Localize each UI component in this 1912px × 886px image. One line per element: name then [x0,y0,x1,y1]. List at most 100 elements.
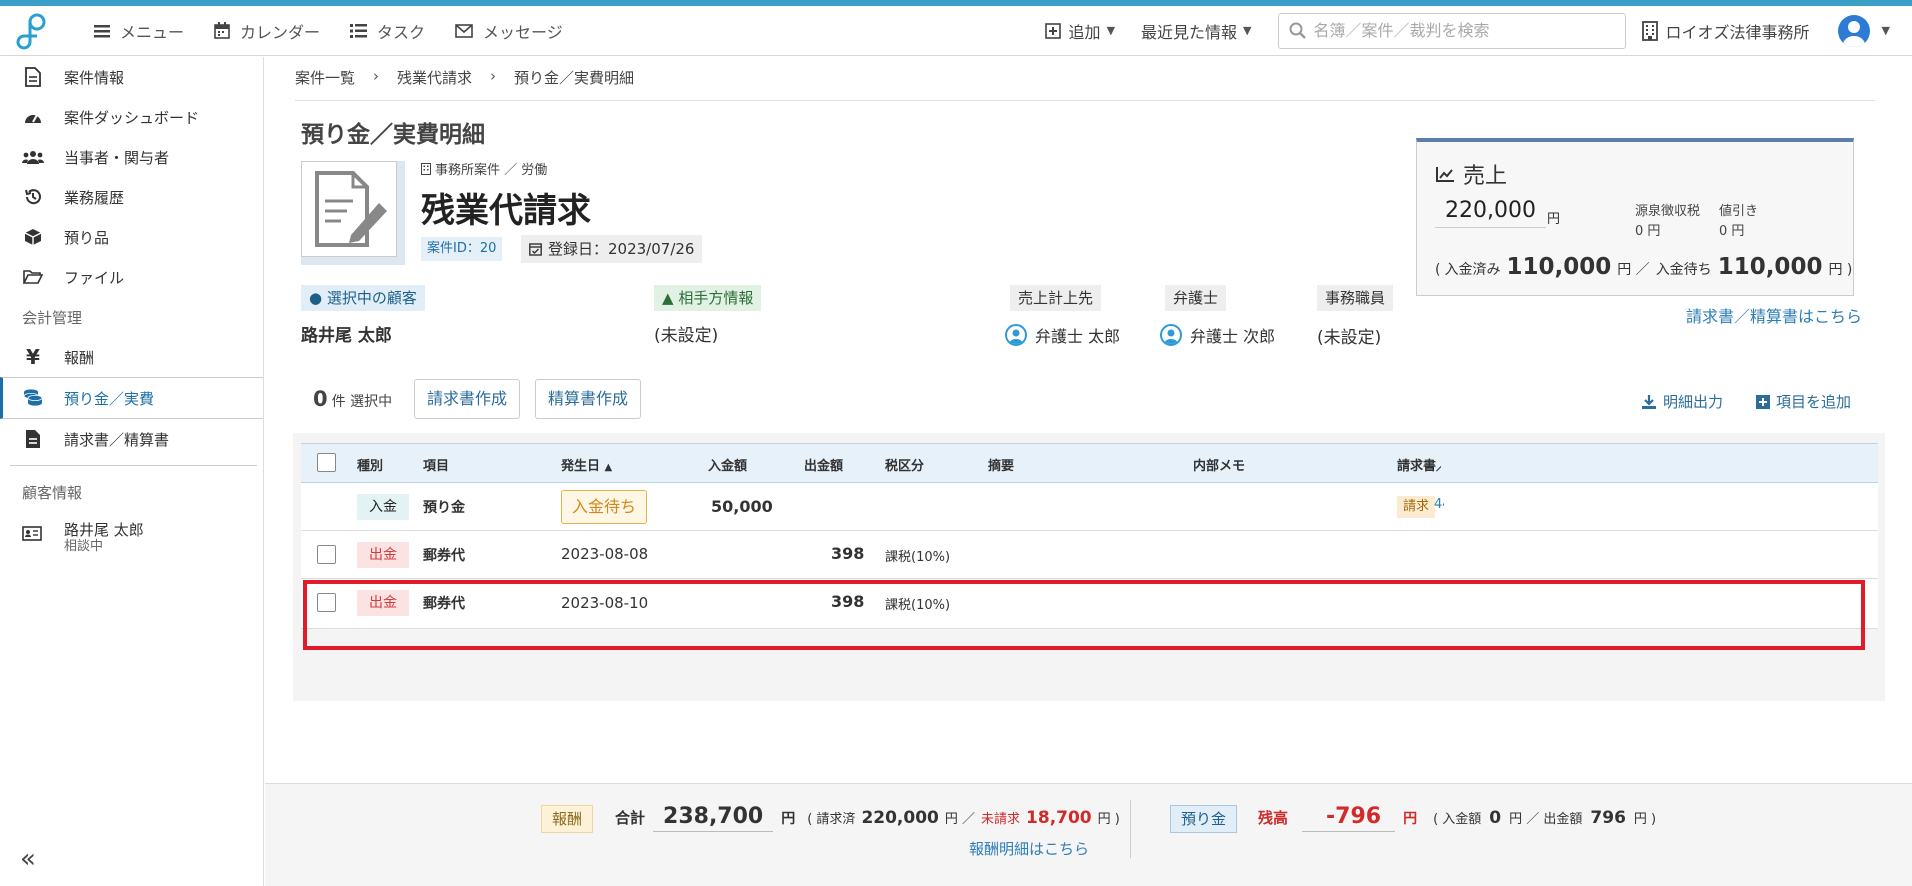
sidebar-item-fees[interactable]: ¥ 報酬 [0,337,263,377]
pending-amount: 110,000 [1717,254,1823,280]
contract-pen-icon [315,171,387,247]
sidebar-item-case-info[interactable]: 案件情報 [0,57,263,97]
invoice-icon [22,429,44,449]
breadcrumb-separator: › [373,67,380,85]
user-avatar-icon [1160,324,1182,346]
col-tax[interactable]: 税区分 [885,455,924,474]
sidebar-item-deposits[interactable]: 預り金／実費 [0,377,263,419]
person-icon: ▲ [662,289,674,307]
col-date[interactable]: 発生日 ▲ [561,455,612,474]
create-invoice-button[interactable]: 請求書作成 [414,379,521,419]
envelope-icon [455,23,473,38]
col-in[interactable]: 入金額 [708,455,747,474]
building-icon [1641,20,1658,41]
table-row[interactable]: 出金 郵券代 2023-08-10 398 課税(10%) [301,579,1878,629]
breadcrumb-current: 預り金／実費明細 [514,69,635,87]
select-all-checkbox[interactable] [317,453,336,472]
row-checkbox[interactable] [317,545,336,564]
lawyer-label: 弁護士 [1165,285,1227,311]
table-header: 種別 項目 発生日 ▲ 入金額 出金額 税区分 摘要 内部メモ 請求書／ [301,443,1878,483]
col-memo[interactable]: 内部メモ [1193,455,1245,474]
sidebar-client[interactable]: 路井尾 太郎 相談中 [0,512,263,564]
discount-value: 0 円 [1719,224,1745,239]
sidebar-item-custody[interactable]: 預り品 [0,217,263,257]
box-icon [22,228,44,246]
breadcrumb-case[interactable]: 残業代請求 [397,67,472,88]
selected-client-label: ● 選択中の顧客 [301,285,425,311]
row-date: 2023-08-08 [561,545,649,563]
document-icon [22,67,44,87]
received-amount: 110,000 [1506,254,1612,280]
sidebar-item-files[interactable]: ファイル [0,257,263,297]
sidebar: 案件情報 案件ダッシュボード 当事者・関与者 業務履歴 預り品 ファイル 会計管… [0,57,264,886]
registered-date: 登録日：2023/07/26 [521,235,703,263]
sidebar-item-history[interactable]: 業務履歴 [0,177,263,217]
breadcrumb-case-list[interactable]: 案件一覧 [295,67,355,88]
invoice-number-link[interactable]: 44 [1434,497,1444,512]
sales-to-person[interactable]: 弁護士 太郎 [1005,323,1120,347]
recent-dropdown[interactable]: 最近見た情報 ▼ [1141,19,1251,43]
create-settlement-button[interactable]: 精算書作成 [535,379,642,419]
app-logo[interactable] [0,6,62,56]
unbilled-amount: 18,700 [1026,808,1092,828]
sidebar-item-dashboard[interactable]: 案件ダッシュボード [0,97,263,137]
row-out-amount: 398 [831,592,865,611]
nav-calendar[interactable]: カレンダー [214,19,320,43]
client-name: 路井尾 太郎 [64,521,144,539]
client-status: 相談中 [64,539,104,554]
page-title: 預り金／実費明細 [301,122,485,148]
sidebar-section-accounting: 会計管理 [22,308,83,327]
add-item-button[interactable]: 項目を追加 [1756,391,1851,412]
nav-tasks[interactable]: タスク [350,19,425,43]
check-circle-icon: ● [309,289,323,307]
col-summary[interactable]: 摘要 [988,455,1014,474]
staff-value: (未設定) [1317,328,1382,348]
plus-square-icon [1044,22,1061,39]
selected-client-name[interactable]: 路井尾 太郎 [301,321,392,346]
id-card-icon [22,526,44,541]
chevron-down-icon[interactable]: ▼ [1882,24,1890,37]
invoice-settlement-link[interactable]: 請求書／精算書はこちら [1686,303,1862,327]
collapse-sidebar-icon[interactable]: « [20,844,36,874]
breadcrumb-divider [295,100,1875,101]
fee-details-link[interactable]: 報酬明細はこちら [969,838,1089,859]
breadcrumb-separator: › [490,67,497,85]
row-checkbox[interactable] [317,593,336,612]
row-in-amount: 50,000 [711,497,773,516]
calendar-check-icon [529,242,542,256]
sales-to-label: 売上計上先 [1010,285,1102,311]
export-details-button[interactable]: 明細出力 [1641,391,1723,412]
col-out[interactable]: 出金額 [804,455,843,474]
table-row[interactable]: 入金 預り金 入金待ち 50,000 請求 44 [301,483,1878,531]
ledger-table: 種別 項目 発生日 ▲ 入金額 出金額 税区分 摘要 内部メモ 請求書／ 入金 … [293,433,1885,701]
search-box [1277,12,1626,49]
top-header: メニュー カレンダー タスク メッセージ 追加 ▼ 最近見た情報 ▼ 名簿／案件… [0,6,1912,56]
sidebar-item-parties[interactable]: 当事者・関与者 [0,137,263,177]
col-invoice[interactable]: 請求書／ [1397,455,1441,474]
case-name: 残業代請求 [421,191,591,231]
search-input[interactable] [1313,21,1614,40]
sales-title: 売上 [1435,158,1507,190]
lawyer-person[interactable]: 弁護士 次郎 [1160,323,1275,347]
deposit-out-amount: 796 [1590,808,1626,828]
logo-icon [16,13,46,49]
user-avatar-icon [1005,324,1027,346]
chevron-down-icon: ▼ [1243,24,1252,37]
discount-label: 値引き [1719,204,1759,219]
coins-icon [22,389,44,407]
office-selector[interactable]: ロイオズ法律事務所 [1641,19,1810,43]
col-item[interactable]: 項目 [423,455,449,474]
sidebar-section-client: 顧客情報 [22,483,83,502]
opponent-value: (未設定) [654,326,719,346]
col-type[interactable]: 種別 [357,455,383,474]
row-tax: 課税(10%) [885,550,951,565]
table-row[interactable]: 出金 郵券代 2023-08-08 398 課税(10%) [301,531,1878,579]
payment-status-line: ( 入金済み 110,000 円 ／ 入金待ち 110,000 円 ) [1435,254,1853,280]
calendar-icon [214,22,230,39]
add-dropdown[interactable]: 追加 ▼ [1044,19,1115,43]
user-avatar[interactable] [1837,14,1870,47]
nav-menu[interactable]: メニュー [94,19,184,43]
fee-summary: 合計 238,700 円 ( 請求済 220,000 円 ／ 未請求 18,70… [615,804,1120,832]
nav-messages[interactable]: メッセージ [455,19,563,43]
sidebar-item-invoices[interactable]: 請求書／精算書 [0,419,263,459]
